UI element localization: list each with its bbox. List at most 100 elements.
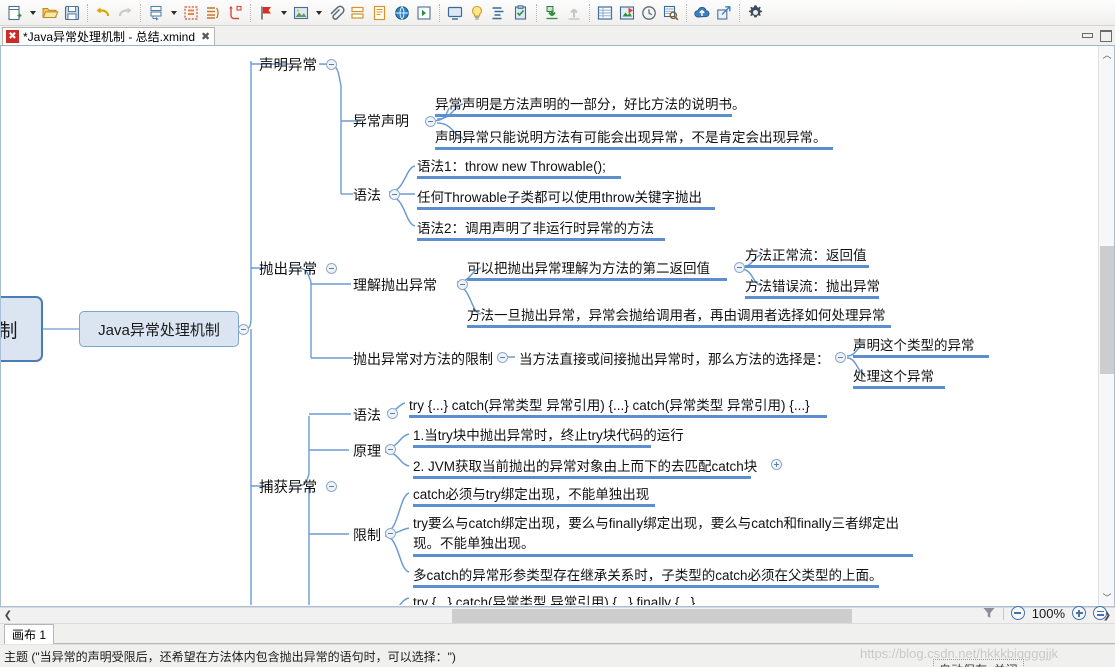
vertical-scroll-thumb[interactable]	[1100, 246, 1114, 374]
topic-exception-declaration[interactable]: 异常声明	[353, 111, 409, 131]
slideshow-icon[interactable]	[616, 2, 638, 24]
redo-icon[interactable]	[114, 2, 136, 24]
filter-icon[interactable]	[982, 606, 996, 620]
new-dropdown-arrow[interactable]	[26, 2, 39, 24]
topic-error-flow[interactable]: 方法错误流：抛出异常	[745, 275, 880, 299]
topic-restriction-1[interactable]: catch必须与try绑定出现，不能单独出现	[413, 483, 655, 507]
canvas-vertical-scrollbar[interactable]: ︿ ﹀	[1098, 46, 1114, 605]
topic-syntax2[interactable]: 语法2：调用声明了非运行时异常的方法	[417, 217, 665, 241]
zoom-in-button[interactable]	[1072, 606, 1086, 620]
insert-topic-dropdown-arrow[interactable]	[167, 2, 180, 24]
outline-icon[interactable]	[488, 2, 510, 24]
topic-finally-code-1[interactable]: try {...} catch(异常类型 异常引用) {...} finally…	[413, 591, 695, 605]
spreadsheet-icon[interactable]	[594, 2, 616, 24]
topic-trycatch-code[interactable]: try {...} catch(异常类型 异常引用) {...} catch(异…	[409, 394, 827, 418]
close-icon[interactable]: ✖	[201, 30, 210, 43]
topic-trycatch-code-label: try {...} catch(异常类型 异常引用) {...} catch(异…	[409, 398, 810, 413]
save-icon[interactable]	[61, 2, 83, 24]
topic-throw-to-caller-label: 方法一旦抛出异常，异常会抛给调用者，再由调用者选择如何处理异常	[467, 308, 886, 323]
topic-method-choice-label: 当方法直接或间接抛出异常时，那么方法的选择是：	[519, 352, 830, 367]
search-icon[interactable]	[660, 2, 682, 24]
topic-throw-to-caller[interactable]: 方法一旦抛出异常，异常会抛给调用者，再由调用者选择如何处理异常	[467, 304, 891, 328]
import-icon[interactable]	[541, 2, 563, 24]
collapse-toggle-throw-restriction[interactable]	[497, 352, 508, 363]
collapse-toggle-syntax-throw[interactable]	[389, 189, 400, 200]
topic-principle-2[interactable]: 2. JVM获取当前抛出的异常对象由上而下的去匹配catch块	[413, 455, 757, 479]
branch-topic-catch[interactable]: 捕获异常	[259, 476, 317, 497]
topic-principle-1[interactable]: 1.当try块中抛出异常时，终止try块代码的运行	[413, 424, 684, 448]
collapse-toggle-central[interactable]	[238, 324, 249, 335]
image-dropdown-arrow[interactable]	[312, 2, 325, 24]
topic-restriction-2[interactable]: try要么与catch绑定出现，要么与finally绑定出现，要么与catch和…	[413, 512, 913, 557]
insert-relationship-icon[interactable]	[224, 2, 246, 24]
mindmap-canvas[interactable]: 制 Java异常处理机制 声明异常 异常声明 异常声明是方法声明的一部分，好比	[1, 46, 1079, 605]
open-icon[interactable]	[39, 2, 61, 24]
topic-handle-this-exception-label: 处理这个异常	[853, 369, 934, 384]
document-tab[interactable]: ✖ *Java异常处理机制 - 总结.xmind ✖	[2, 27, 216, 45]
topic-decl-note-1[interactable]: 异常声明是方法声明的一部分，好比方法的说明书。	[435, 93, 746, 117]
horizontal-scroll-thumb[interactable]	[452, 609, 852, 623]
topic-method-choice[interactable]: 当方法直接或间接抛出异常时，那么方法的选择是：	[519, 348, 830, 370]
topic-syntax-throw[interactable]: 语法	[353, 185, 381, 205]
marker-flag-icon[interactable]	[255, 2, 277, 24]
canvas-horizontal-scrollbar[interactable]: ❮ ❯	[0, 607, 1115, 623]
topic-decl-note-2[interactable]: 声明异常只能说明方法有可能会出现异常，不是肯定会出现异常。	[435, 126, 833, 150]
branch-topic-throw[interactable]: 抛出异常	[259, 258, 317, 279]
attachment-icon[interactable]	[325, 2, 347, 24]
topic-restriction-3[interactable]: 多catch的异常形参类型存在继承关系时，子类型的catch必须在父类型的上面。	[413, 564, 883, 588]
topic-handle-this-exception[interactable]: 处理这个异常	[853, 365, 945, 389]
undo-icon[interactable]	[92, 2, 114, 24]
topic-throw-restriction[interactable]: 抛出异常对方法的限制	[353, 349, 493, 369]
topic-syntax-trycatch-label: 语法	[353, 407, 381, 423]
topic-declare-this-type[interactable]: 声明这个类型的异常	[853, 334, 989, 358]
presentation-icon[interactable]	[444, 2, 466, 24]
topic-restriction[interactable]: 限制	[353, 525, 381, 545]
topic-understand-throw[interactable]: 理解抛出异常	[353, 275, 437, 295]
settings-gear-icon[interactable]	[744, 2, 766, 24]
export-icon[interactable]	[563, 2, 585, 24]
new-icon[interactable]	[4, 2, 26, 24]
maximize-button[interactable]	[1099, 29, 1112, 42]
topic-normal-flow[interactable]: 方法正常流：返回值	[745, 244, 869, 268]
branch-topic-declare[interactable]: 声明异常	[259, 54, 317, 75]
insert-subtopic-icon[interactable]	[180, 2, 202, 24]
collapse-toggle-throw[interactable]	[326, 263, 337, 274]
topic-syntax-trycatch[interactable]: 语法	[353, 405, 381, 425]
collapse-toggle-principle[interactable]	[385, 444, 396, 455]
insert-topic-icon[interactable]	[145, 2, 167, 24]
collapse-toggle-catch[interactable]	[326, 481, 337, 492]
root-topic[interactable]: 制	[1, 296, 43, 362]
share-icon[interactable]	[713, 2, 735, 24]
topic-syntax1[interactable]: 语法1：throw new Throwable();	[417, 155, 621, 179]
brainstorm-icon[interactable]	[466, 2, 488, 24]
insert-image-icon[interactable]	[290, 2, 312, 24]
topic-second-return-value-label: 可以把抛出异常理解为方法的第二返回值	[467, 261, 710, 276]
toolbar-separator	[439, 3, 440, 22]
topic-principle[interactable]: 原理	[353, 441, 381, 461]
scroll-left-arrow[interactable]: ❮	[0, 608, 16, 624]
collapse-toggle-syntax-trycatch[interactable]	[387, 408, 398, 419]
collapse-toggle-restriction[interactable]	[385, 528, 396, 539]
marker-dropdown-arrow[interactable]	[277, 2, 290, 24]
minimize-button[interactable]	[1081, 29, 1093, 40]
topic-second-return-value[interactable]: 可以把抛出异常理解为方法的第二返回值	[467, 257, 727, 281]
hyperlink-icon[interactable]	[391, 2, 413, 24]
summary-icon[interactable]	[347, 2, 369, 24]
audio-note-icon[interactable]	[413, 2, 435, 24]
upload-cloud-icon[interactable]	[691, 2, 713, 24]
insert-boundary-icon[interactable]	[202, 2, 224, 24]
scroll-up-arrow[interactable]: ︿	[1099, 46, 1114, 62]
fit-canvas-button[interactable]	[1093, 606, 1107, 620]
task-info-icon[interactable]	[510, 2, 532, 24]
toolbar-group-settings	[744, 1, 766, 25]
zoom-out-button[interactable]	[1010, 606, 1025, 620]
sheet-tab-canvas1[interactable]: 画布 1	[4, 624, 55, 644]
history-icon[interactable]	[638, 2, 660, 24]
collapse-toggle-declare[interactable]	[326, 59, 337, 70]
notes-icon[interactable]	[369, 2, 391, 24]
topic-throwable-subclass[interactable]: 任何Throwable子类都可以使用throw关键字抛出	[417, 186, 715, 210]
expand-toggle-principle-2[interactable]	[771, 459, 782, 470]
collapse-toggle-method-choice[interactable]	[835, 352, 846, 363]
central-topic[interactable]: Java异常处理机制	[79, 311, 239, 347]
collapse-toggle-second-return-value[interactable]	[734, 262, 745, 273]
